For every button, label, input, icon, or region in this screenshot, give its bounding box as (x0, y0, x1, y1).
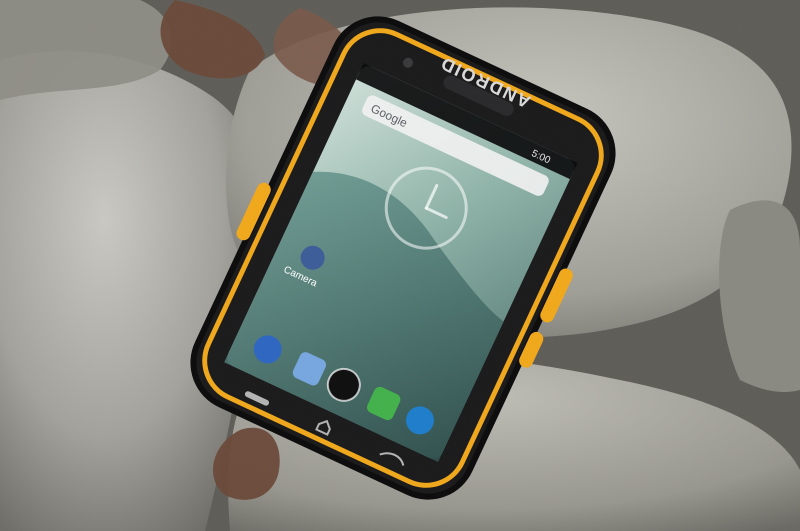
photo-scene: 5:00 Google Camera ANDROID (0, 0, 800, 531)
photo-illustration: 5:00 Google Camera ANDROID (0, 0, 800, 531)
photo-grain (0, 0, 800, 531)
